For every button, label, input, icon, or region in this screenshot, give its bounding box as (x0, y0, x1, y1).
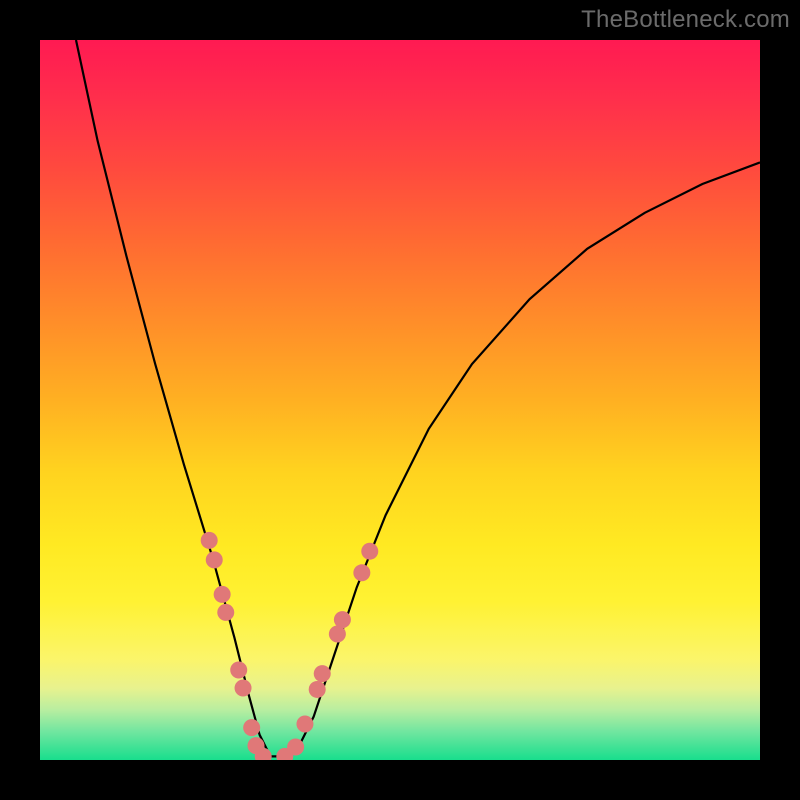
marker-dot (334, 611, 351, 628)
curve-overlay (40, 40, 760, 760)
marker-dot (201, 532, 218, 549)
marker-dot (243, 719, 260, 736)
marker-dot (214, 586, 231, 603)
marker-group-left (201, 532, 265, 754)
marker-dot (353, 564, 370, 581)
marker-dot (230, 662, 247, 679)
watermark: TheBottleneck.com (581, 6, 790, 34)
plot-area (40, 40, 760, 760)
marker-dot (361, 543, 378, 560)
marker-dot (309, 681, 326, 698)
marker-group-right (287, 543, 378, 756)
marker-group-bottom (255, 748, 294, 760)
marker-dot (217, 604, 234, 621)
chart-frame: TheBottleneck.com (0, 0, 800, 800)
marker-dot (235, 680, 252, 697)
bottleneck-curve (76, 40, 760, 756)
marker-dot (314, 665, 331, 682)
marker-dot (296, 716, 313, 733)
marker-dot (206, 551, 223, 568)
